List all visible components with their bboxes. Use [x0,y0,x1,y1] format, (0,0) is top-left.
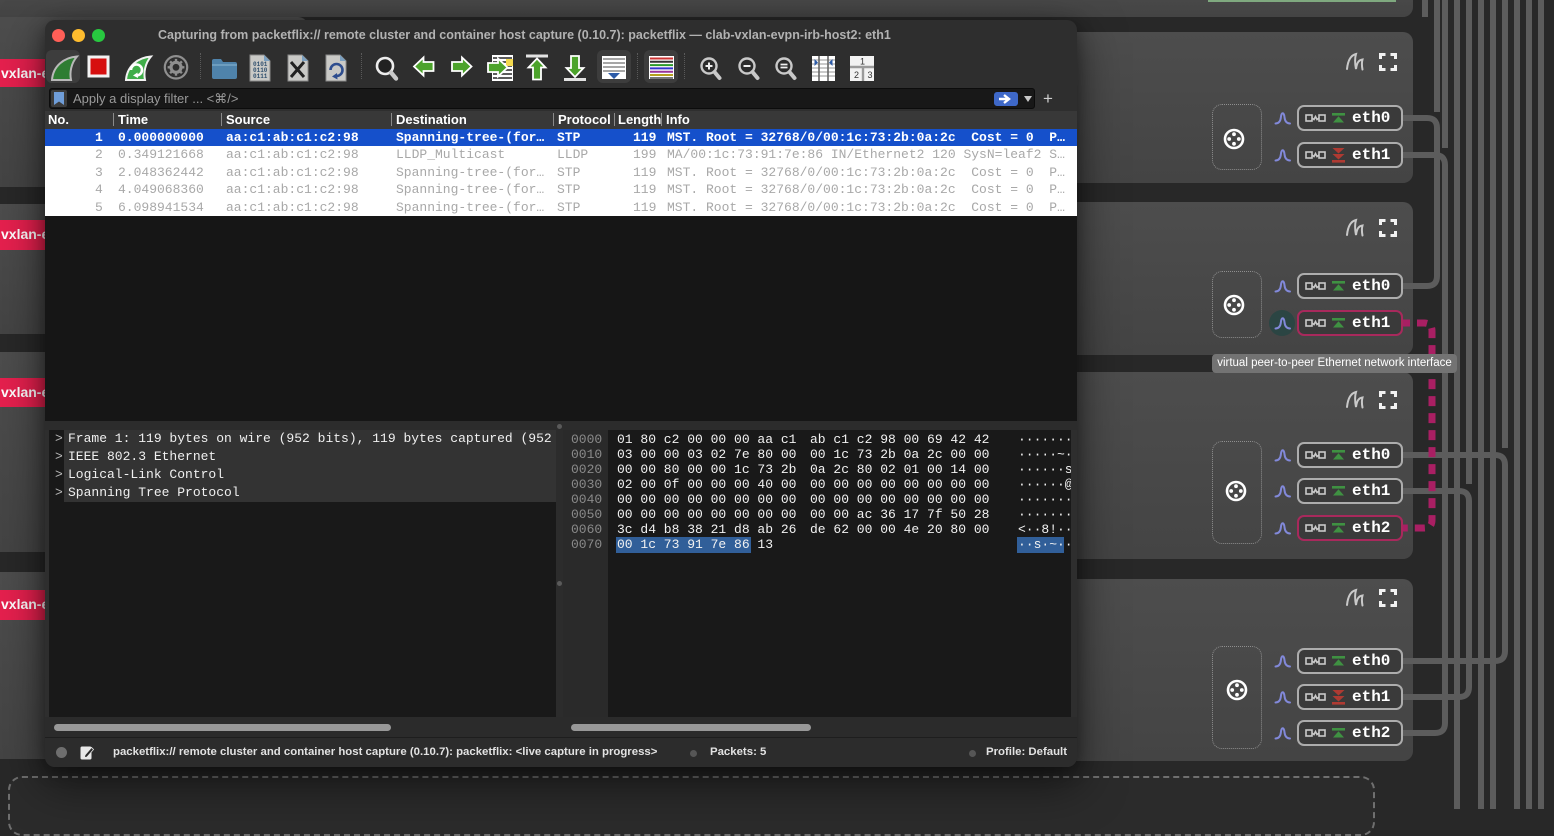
svg-text:1: 1 [860,57,865,67]
svg-text:2: 2 [854,70,859,80]
svg-text:3: 3 [868,70,873,80]
svg-text:0111: 0111 [253,73,268,80]
